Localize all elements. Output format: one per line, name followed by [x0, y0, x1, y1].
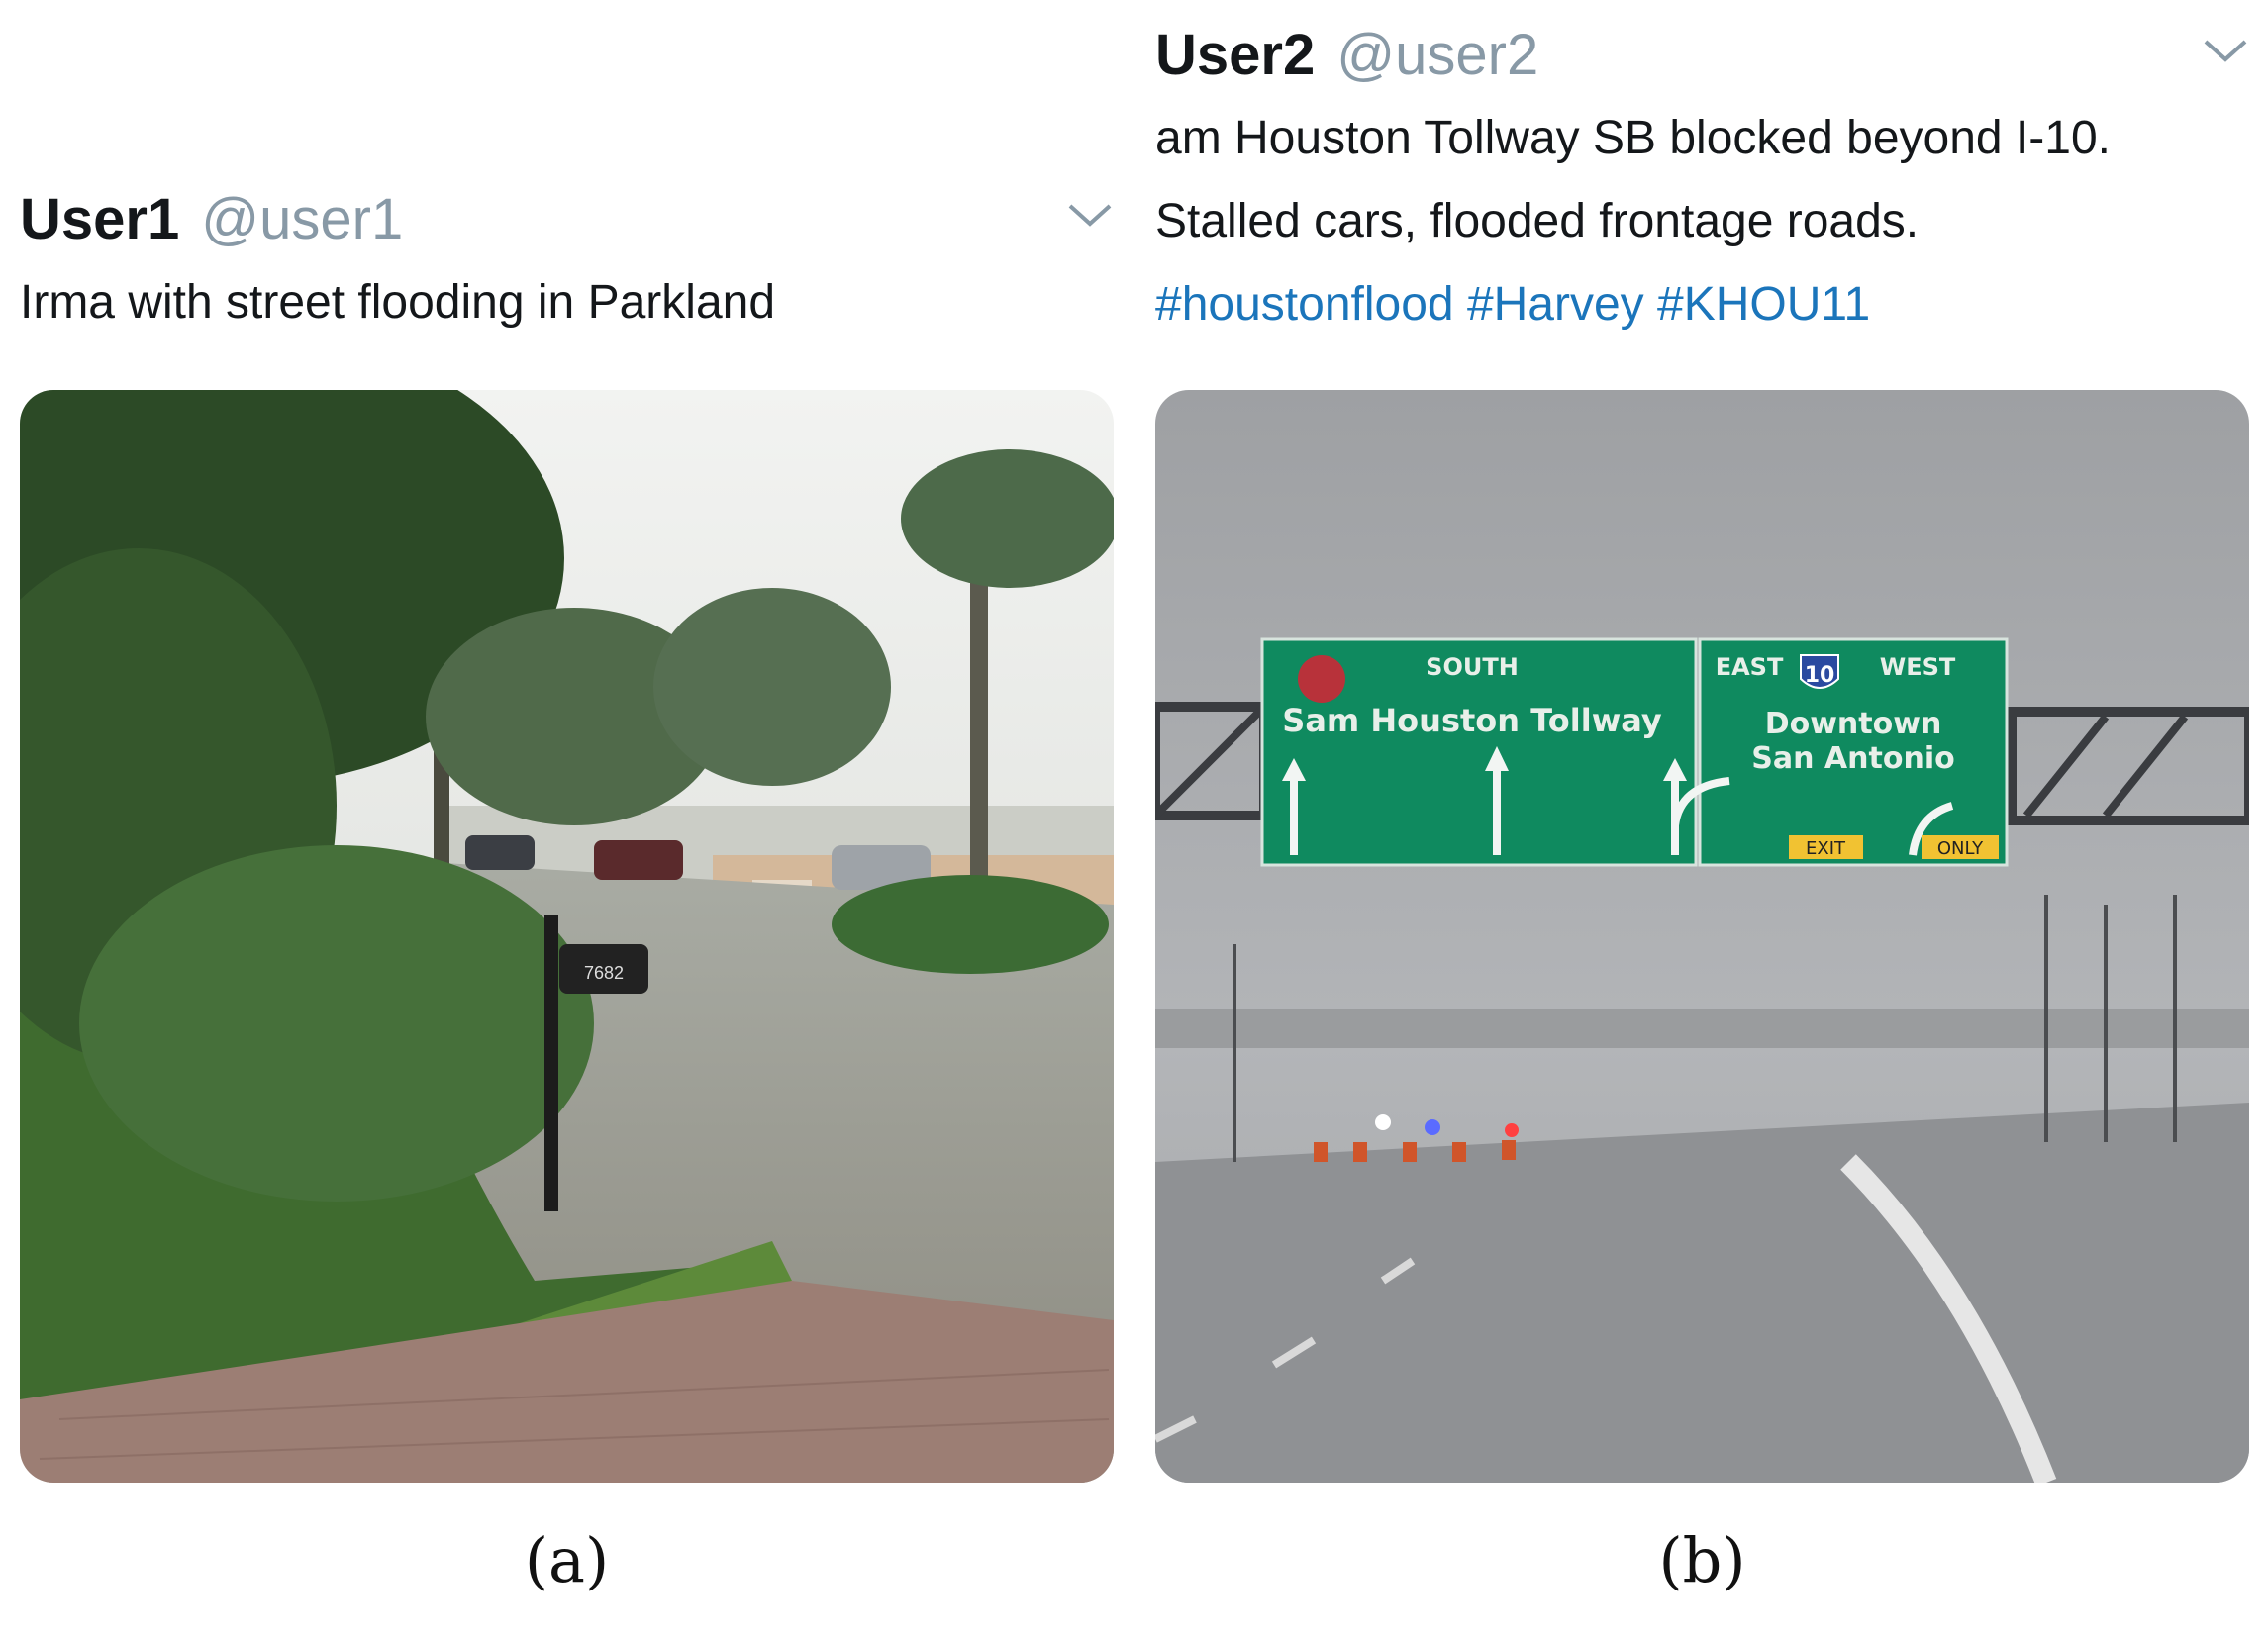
hashtag-link[interactable]: #houstonflood: [1155, 278, 1454, 331]
sign-west: WEST: [1880, 653, 1956, 681]
sign-left-road: Sam Houston Tollway: [1282, 702, 1662, 739]
tweet-text-line-1: am Houston Tollway SB blocked beyond I-1…: [1155, 112, 2111, 164]
hashtag-link[interactable]: #KHOU11: [1657, 278, 1870, 331]
tweet-text: Irma with street flooding in Parkland: [20, 276, 776, 329]
sign-left-direction: SOUTH: [1426, 653, 1519, 681]
sign-dest-1: Downtown: [1765, 707, 1942, 741]
mailbox-number: 7682: [584, 963, 624, 983]
tweet-photo-flooded-street[interactable]: 7682: [20, 390, 1114, 1483]
interstate-shield-number: 10: [1805, 663, 1835, 688]
chevron-down-icon[interactable]: [2202, 36, 2249, 65]
sign-dest-2: San Antonio: [1751, 741, 1954, 776]
tweet-user1: User1 @user1 Irma with street flooding i…: [20, 176, 1114, 344]
tweet-header: User2 @user2: [1155, 12, 2249, 97]
tweet-user2: User2 @user2 am Houston Tollway SB block…: [1155, 12, 2249, 346]
figure-caption-a: (a): [524, 1524, 610, 1596]
user-name[interactable]: User2: [1155, 22, 1315, 88]
tweet-text-line-2: Stalled cars, flooded frontage roads.: [1155, 195, 1920, 247]
figure-caption-b: (b): [1658, 1524, 1746, 1596]
tweet-photo-highway-sign[interactable]: SOUTH Sam Houston Tollway EAST 10 WEST D…: [1155, 390, 2249, 1483]
user-handle[interactable]: @user1: [201, 186, 403, 252]
user-handle[interactable]: @user2: [1336, 22, 1538, 88]
chevron-down-icon[interactable]: [1066, 200, 1114, 230]
tweet-header: User1 @user1: [20, 176, 1114, 261]
only-tab: ONLY: [1937, 838, 1984, 859]
tweet-hashtags: #houstonflood #Harvey #KHOU11: [1155, 263, 2249, 346]
user-name[interactable]: User1: [20, 186, 179, 252]
exit-tab: EXIT: [1806, 838, 1846, 859]
hashtag-link[interactable]: #Harvey: [1467, 278, 1644, 331]
sign-east: EAST: [1716, 653, 1784, 681]
